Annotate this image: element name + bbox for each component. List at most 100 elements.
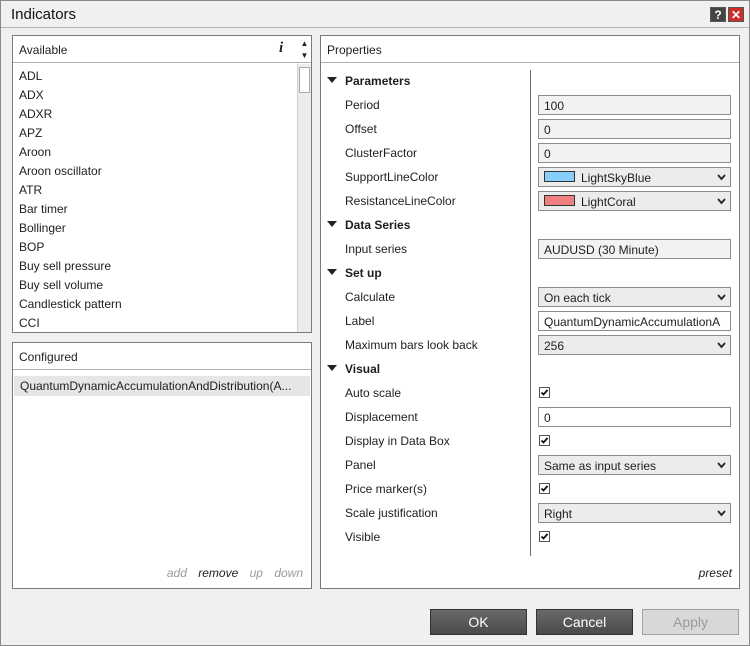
add-link[interactable]: add (167, 566, 187, 580)
info-icon[interactable]: i (279, 40, 283, 57)
properties-title: Properties (327, 43, 382, 57)
collapse-triangle-icon[interactable] (327, 365, 337, 371)
apply-button[interactable]: Apply (642, 609, 739, 635)
property-support-line-color: SupportLineColor LightSkyBlue (321, 165, 739, 189)
spin-up-icon[interactable]: ▲ (298, 38, 311, 50)
select-value: On each tick (544, 291, 611, 305)
available-item[interactable]: Bollinger (13, 216, 297, 235)
available-item[interactable]: ADX (13, 83, 297, 102)
collapse-triangle-icon[interactable] (327, 77, 337, 83)
property-cluster-factor: ClusterFactor 0 (321, 141, 739, 165)
close-button[interactable]: ✕ (728, 7, 744, 22)
select-value: Same as input series (544, 459, 657, 473)
property-price-markers: Price marker(s) (321, 477, 739, 501)
preset-link[interactable]: preset (699, 566, 732, 580)
down-link[interactable]: down (274, 566, 303, 580)
category-parameters[interactable]: Parameters (321, 69, 739, 93)
spin-down-icon[interactable]: ▼ (298, 50, 311, 62)
property-label: Auto scale (345, 386, 402, 400)
available-item[interactable]: Aroon oscillator (13, 159, 297, 178)
available-item[interactable]: Aroon (13, 140, 297, 159)
remove-link[interactable]: remove (198, 566, 238, 580)
chevron-down-icon[interactable] (717, 339, 726, 351)
available-header: Available i ▲ ▼ (13, 36, 311, 63)
category-label: Set up (345, 266, 382, 280)
price-markers-checkbox[interactable] (539, 483, 550, 494)
available-list[interactable]: ADL ADX ADXR APZ Aroon Aroon oscillator ATR Bar… (13, 64, 297, 332)
configured-panel: Configured QuantumDynamicAccumulationAnd… (12, 342, 312, 589)
available-item[interactable]: ADXR (13, 102, 297, 121)
property-label: Panel (345, 458, 376, 472)
period-input[interactable]: 100 (538, 95, 731, 115)
select-value: LightCoral (581, 195, 636, 209)
property-display-data-box: Display in Data Box (321, 429, 739, 453)
property-label: Displacement (345, 410, 418, 424)
available-item[interactable]: APZ (13, 121, 297, 140)
available-scrollbar[interactable] (297, 64, 311, 332)
scale-justification-select[interactable]: Right (538, 503, 731, 523)
select-value: LightSkyBlue (581, 171, 652, 185)
property-label: Input series (345, 242, 408, 256)
panel-select[interactable]: Same as input series (538, 455, 731, 475)
property-label: Maximum bars look back (345, 338, 478, 352)
max-bars-select[interactable]: 256 (538, 335, 731, 355)
category-data-series[interactable]: Data Series (321, 213, 739, 237)
property-scale-justification: Scale justification Right (321, 501, 739, 525)
available-item[interactable]: ADL (13, 64, 297, 83)
chevron-down-icon[interactable] (717, 171, 726, 183)
resistance-color-select[interactable]: LightCoral (538, 191, 731, 211)
select-value: Right (544, 507, 573, 521)
visible-checkbox[interactable] (539, 531, 550, 542)
auto-scale-checkbox[interactable] (539, 387, 550, 398)
property-auto-scale: Auto scale (321, 381, 739, 405)
label-input[interactable]: QuantumDynamicAccumulationA (538, 311, 731, 331)
calculate-select[interactable]: On each tick (538, 287, 731, 307)
support-color-select[interactable]: LightSkyBlue (538, 167, 731, 187)
indicators-dialog: Indicators ? ✕ Available i ▲ ▼ ADL ADX ADX… (0, 0, 750, 646)
ok-button[interactable]: OK (430, 609, 527, 635)
property-offset: Offset 0 (321, 117, 739, 141)
window-title: Indicators (11, 6, 77, 23)
available-item[interactable]: ATR (13, 178, 297, 197)
property-label: Calculate (345, 290, 396, 304)
available-panel: Available i ▲ ▼ ADL ADX ADXR APZ Aroon Aroon … (12, 35, 312, 333)
available-item[interactable]: CCI (13, 311, 297, 330)
configured-title: Configured (19, 350, 78, 364)
help-button[interactable]: ? (710, 7, 726, 22)
chevron-down-icon[interactable] (717, 291, 726, 303)
available-item[interactable]: Candlestick pattern (13, 292, 297, 311)
category-setup[interactable]: Set up (321, 261, 739, 285)
displacement-input[interactable]: 0 (538, 407, 731, 427)
available-item[interactable]: Buy sell volume (13, 273, 297, 292)
configured-item[interactable]: QuantumDynamicAccumulationAndDistributio… (14, 376, 310, 396)
category-visual[interactable]: Visual (321, 357, 739, 381)
available-item[interactable]: Bar timer (13, 197, 297, 216)
cancel-button[interactable]: Cancel (536, 609, 633, 635)
collapse-triangle-icon[interactable] (327, 221, 337, 227)
chevron-down-icon[interactable] (717, 459, 726, 471)
cluster-factor-input[interactable]: 0 (538, 143, 731, 163)
collapse-triangle-icon[interactable] (327, 269, 337, 275)
available-item[interactable]: Buy sell pressure (13, 254, 297, 273)
select-value: 256 (544, 339, 565, 353)
color-swatch (544, 171, 575, 182)
display-data-box-checkbox[interactable] (539, 435, 550, 446)
input-series-field[interactable]: AUDUSD (30 Minute) (538, 239, 731, 259)
property-panel: Panel Same as input series (321, 453, 739, 477)
category-label: Parameters (345, 74, 411, 88)
scrollbar-thumb[interactable] (299, 67, 310, 93)
available-title: Available (19, 43, 68, 57)
available-item[interactable]: BOP (13, 235, 297, 254)
property-period: Period 100 (321, 93, 739, 117)
up-link[interactable]: up (250, 566, 263, 580)
title-bar: Indicators ? ✕ (1, 1, 749, 28)
chevron-down-icon[interactable] (717, 195, 726, 207)
property-visible: Visible (321, 525, 739, 549)
property-label: SupportLineColor (345, 170, 439, 184)
sort-spinner[interactable]: ▲ ▼ (298, 38, 311, 62)
property-label-row: Label QuantumDynamicAccumulationA (321, 309, 739, 333)
configured-header: Configured (13, 343, 311, 370)
offset-input[interactable]: 0 (538, 119, 731, 139)
property-label: Label (345, 314, 375, 328)
chevron-down-icon[interactable] (717, 507, 726, 519)
